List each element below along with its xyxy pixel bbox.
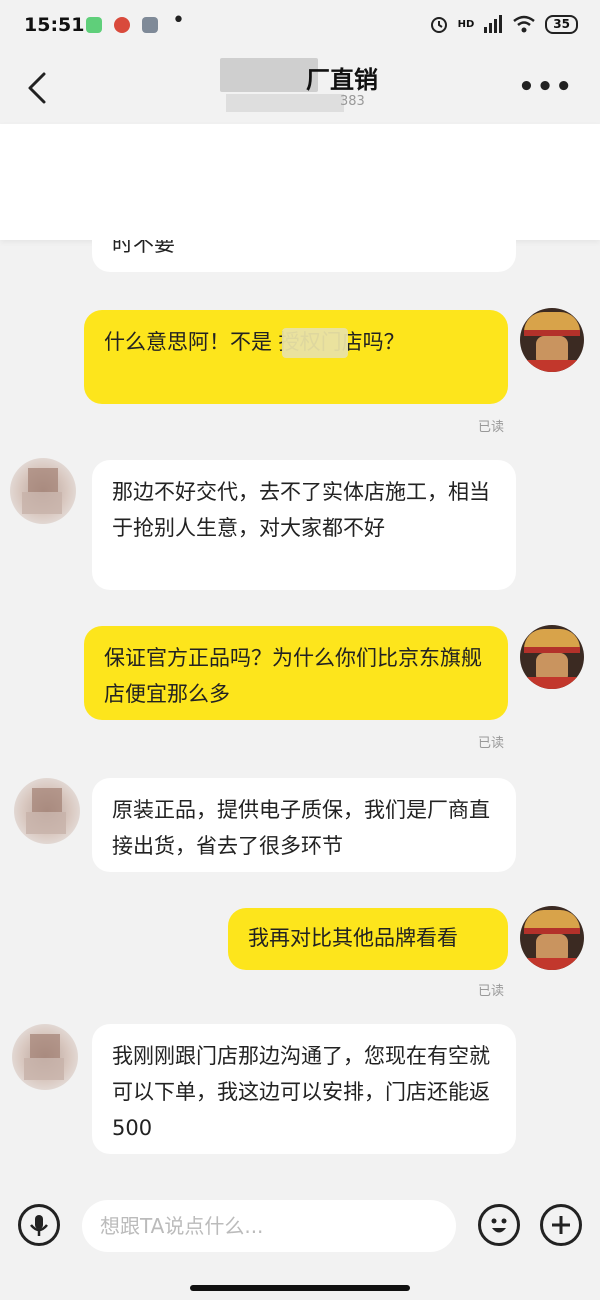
message-me: 我再对比其他品牌看看 <box>228 908 508 970</box>
signal-icon <box>484 15 503 33</box>
voice-icon <box>30 1215 48 1236</box>
emoji-button[interactable] <box>478 1204 520 1246</box>
message-input[interactable] <box>82 1200 456 1252</box>
network-type: HD <box>457 18 475 30</box>
message-seller: 原装正品，提供电子质保，我们是厂商直接出货，省去了很多环节 <box>92 778 516 872</box>
status-time: 15:51 <box>24 14 85 36</box>
status-bar: 15:51 • HD 35 <box>0 0 600 56</box>
read-status: 已读 <box>478 984 505 999</box>
emoji-icon <box>491 1218 507 1233</box>
seller-avatar[interactable] <box>12 1024 78 1090</box>
add-button[interactable] <box>540 1204 582 1246</box>
seller-id: 383 <box>340 94 365 109</box>
redacted-text <box>282 328 348 358</box>
read-status: 已读 <box>478 420 505 435</box>
car-wheel <box>34 196 54 216</box>
message-text: 什么意思阿！不是 授权门店吗？ <box>104 330 405 354</box>
car-wheel <box>76 196 96 216</box>
alarm-icon <box>430 17 447 33</box>
product-price: ¥298.00 <box>118 142 219 167</box>
chat-header: 厂直销 383 ••• <box>0 56 600 124</box>
voice-button[interactable] <box>18 1204 60 1246</box>
message-text: 那边不好交代，去不了实体店施工，相当于抢别人生意，对大家都不好 <box>112 480 490 540</box>
message-me: 保证官方正品吗？为什么你们比京东旗舰店便宜那么多 <box>84 626 508 720</box>
redacted-seller-id <box>226 94 344 112</box>
my-avatar[interactable] <box>520 906 584 970</box>
home-indicator[interactable] <box>190 1285 410 1291</box>
wifi-icon <box>513 15 536 33</box>
avatar-blur-pixel <box>32 788 62 812</box>
message-text: 原装正品，提供电子质保，我们是厂商直接出货，省去了很多环节 <box>112 798 490 858</box>
back-arrow-icon[interactable] <box>24 70 52 106</box>
redacted-seller-name <box>220 58 318 92</box>
my-avatar[interactable] <box>520 308 584 372</box>
message-text: 我再对比其他品牌看看 <box>248 926 458 950</box>
chat-title: 厂直销 <box>306 66 378 94</box>
more-notifications-icon: • <box>172 8 186 33</box>
avatar-blur-pixel <box>26 812 66 834</box>
battery-icon: 35 <box>545 14 578 34</box>
message-seller: 时不要 <box>92 212 516 272</box>
input-bar <box>0 1190 600 1300</box>
avatar-blur-pixel <box>24 1058 64 1080</box>
shipping-info: 含运费0.00元 <box>118 184 199 199</box>
message-text: 时不要 <box>112 232 175 256</box>
message-text: 我刚刚跟门店那边沟通了，您现在有空就可以下单，我这边可以安排，门店还能返500 <box>112 1044 490 1140</box>
tiktok-app-icon <box>142 17 158 33</box>
app-notification-icon <box>114 17 130 33</box>
avatar-blur-pixel <box>22 492 62 514</box>
avatar-shirt <box>526 677 578 689</box>
message-text: 保证官方正品吗？为什么你们比京东旗舰店便宜那么多 <box>104 646 482 706</box>
avatar-blur-pixel <box>28 468 58 492</box>
message-seller: 我刚刚跟门店那边沟通了，您现在有空就可以下单，我这边可以安排，门店还能返500 <box>92 1024 516 1154</box>
add-icon <box>552 1216 570 1234</box>
avatar-shirt <box>526 958 578 970</box>
seller-avatar[interactable] <box>14 778 80 844</box>
wechat-app-icon <box>86 17 102 33</box>
product-thumbnail[interactable] <box>18 138 104 224</box>
message-seller: 那边不好交代，去不了实体店施工，相当于抢别人生意，对大家都不好 <box>92 460 516 590</box>
more-icon[interactable]: ••• <box>518 72 574 102</box>
avatar-blur-pixel <box>30 1034 60 1058</box>
avatar-shirt <box>526 360 578 372</box>
seller-avatar[interactable] <box>10 458 76 524</box>
my-avatar[interactable] <box>520 625 584 689</box>
read-status: 已读 <box>478 736 505 751</box>
